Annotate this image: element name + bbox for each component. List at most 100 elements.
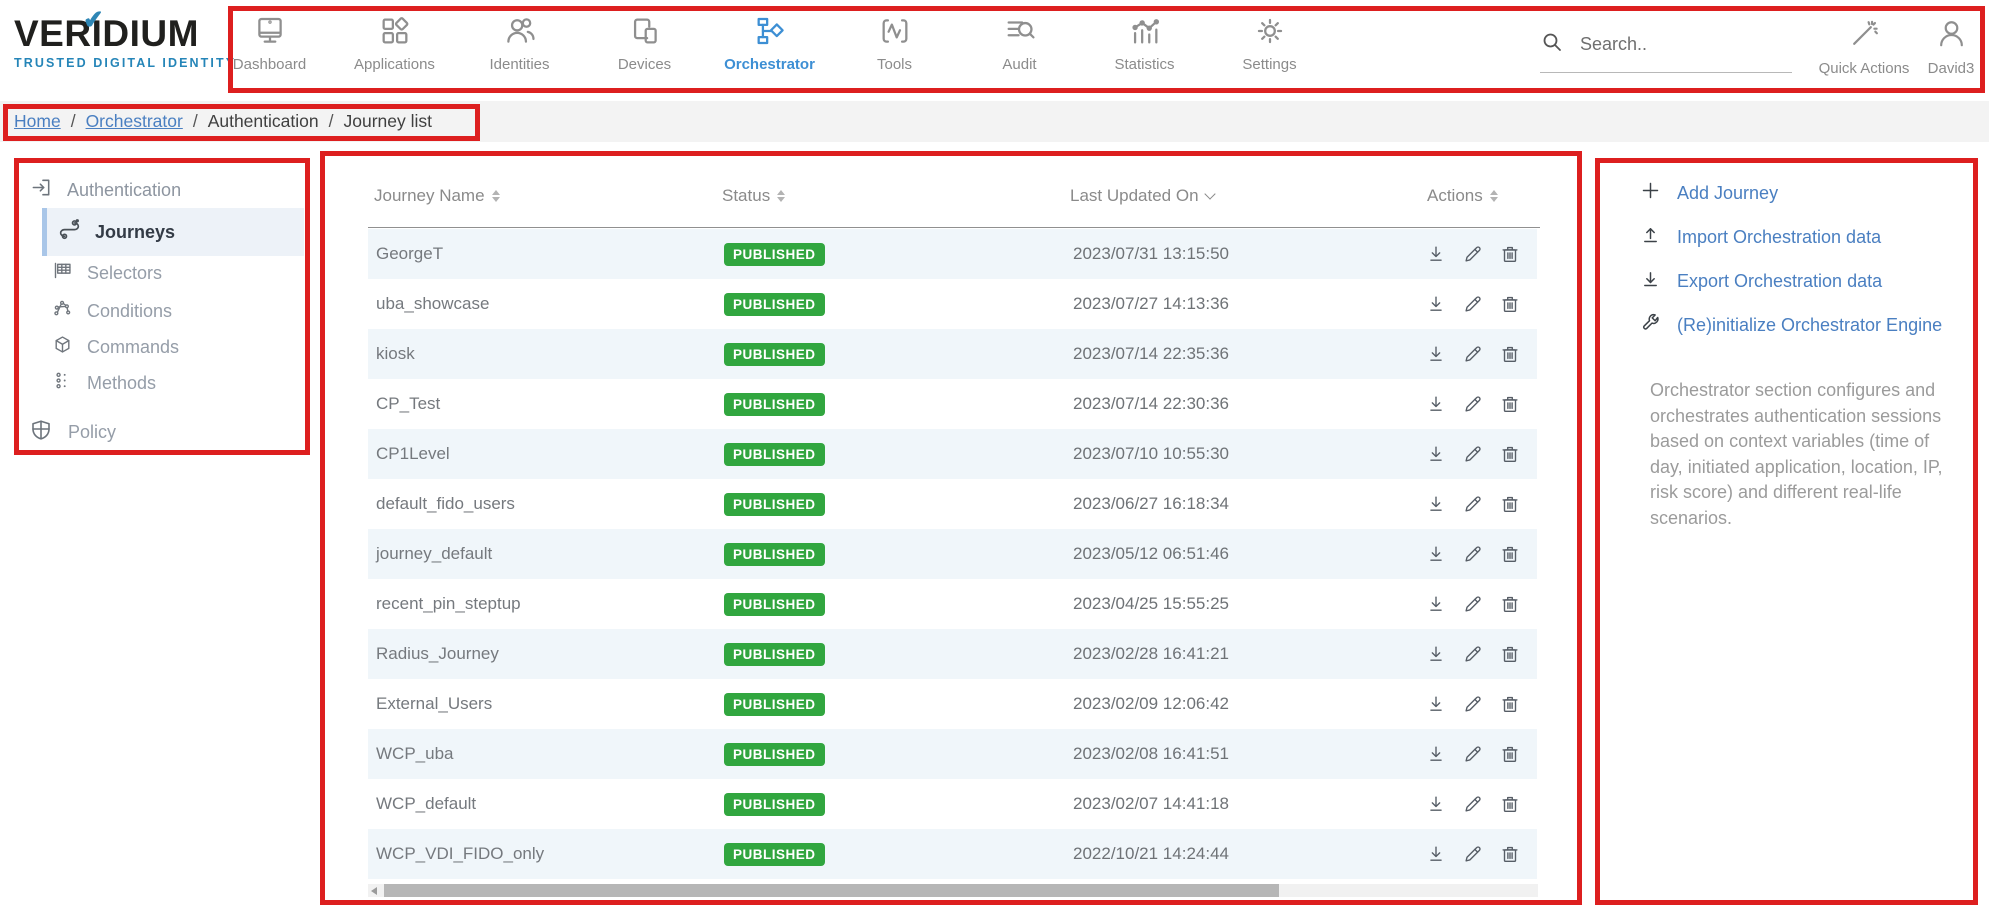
- delete-journey-button[interactable]: [1498, 642, 1522, 666]
- status-cell: PUBLISHED: [724, 729, 825, 779]
- nav-label: Audit: [1002, 56, 1036, 73]
- last-updated-cell: 2023/07/10 10:55:30: [1073, 429, 1229, 479]
- column-header-journey-name[interactable]: Journey Name: [374, 186, 500, 206]
- row-actions: [1424, 429, 1522, 479]
- nav-item-statistics[interactable]: Statistics: [1082, 8, 1207, 90]
- delete-journey-button[interactable]: [1498, 842, 1522, 866]
- delete-journey-button[interactable]: [1498, 792, 1522, 816]
- sidebar-item-label: Methods: [87, 373, 156, 394]
- search-input[interactable]: [1580, 34, 1770, 55]
- nav-item-orchestrator[interactable]: Orchestrator: [707, 8, 832, 90]
- journey-name: CP1Level: [376, 429, 450, 479]
- orchestrator-description: Orchestrator section configures and orch…: [1650, 378, 1964, 531]
- delete-journey-button[interactable]: [1498, 392, 1522, 416]
- download-journey-button[interactable]: [1424, 442, 1448, 466]
- journey-name: WCP_default: [376, 779, 476, 829]
- sidebar-item-policy[interactable]: Policy: [29, 417, 116, 447]
- nav-item-tools[interactable]: Tools: [832, 8, 957, 90]
- edit-journey-button[interactable]: [1461, 492, 1485, 516]
- sidebar-item-selectors[interactable]: Selectors: [52, 258, 162, 288]
- last-updated-cell: 2023/06/27 16:18:34: [1073, 479, 1229, 529]
- scrollbar-thumb[interactable]: [384, 884, 1279, 897]
- status-badge: PUBLISHED: [724, 443, 825, 466]
- edit-journey-button[interactable]: [1461, 292, 1485, 316]
- download-journey-button[interactable]: [1424, 242, 1448, 266]
- delete-journey-button[interactable]: [1498, 692, 1522, 716]
- user-menu[interactable]: David3: [1918, 10, 1984, 77]
- delete-journey-button[interactable]: [1498, 742, 1522, 766]
- nav-item-identities[interactable]: Identities: [457, 8, 582, 90]
- edit-journey-button[interactable]: [1461, 342, 1485, 366]
- status-badge: PUBLISHED: [724, 343, 825, 366]
- import-orchestration-data-button[interactable]: Import Orchestration data: [1640, 215, 1970, 259]
- download-journey-button[interactable]: [1424, 692, 1448, 716]
- download-journey-button[interactable]: [1424, 492, 1448, 516]
- breadcrumb-orchestrator[interactable]: Orchestrator: [86, 111, 183, 132]
- edit-journey-button[interactable]: [1461, 442, 1485, 466]
- sidebar-item-conditions[interactable]: Conditions: [52, 296, 172, 326]
- nav-item-dashboard[interactable]: Dashboard: [207, 8, 332, 90]
- download-journey-button[interactable]: [1424, 342, 1448, 366]
- nav-item-devices[interactable]: Devices: [582, 8, 707, 90]
- sidebar-section-authentication[interactable]: Authentication: [30, 176, 181, 204]
- delete-journey-button[interactable]: [1498, 492, 1522, 516]
- dashboard-icon: [253, 8, 287, 54]
- row-actions: [1424, 379, 1522, 429]
- export-orchestration-data-button[interactable]: Export Orchestration data: [1640, 259, 1970, 303]
- sort-both-icon: [777, 190, 785, 202]
- download-journey-button[interactable]: [1424, 542, 1448, 566]
- status-cell: PUBLISHED: [724, 629, 825, 679]
- download-journey-button[interactable]: [1424, 642, 1448, 666]
- column-header-actions[interactable]: Actions: [1427, 186, 1498, 206]
- download-journey-button[interactable]: [1424, 292, 1448, 316]
- reinitialize-orchestrator-engine-button[interactable]: (Re)initialize Orchestrator Engine: [1640, 303, 1970, 347]
- row-actions: [1424, 829, 1522, 879]
- column-header-last-updated[interactable]: Last Updated On: [1070, 186, 1214, 206]
- delete-journey-button[interactable]: [1498, 442, 1522, 466]
- sort-both-icon: [1490, 190, 1498, 202]
- edit-journey-button[interactable]: [1461, 792, 1485, 816]
- edit-journey-button[interactable]: [1461, 692, 1485, 716]
- commands-icon: [52, 334, 73, 360]
- edit-journey-button[interactable]: [1461, 592, 1485, 616]
- delete-journey-button[interactable]: [1498, 242, 1522, 266]
- nav-item-settings[interactable]: Settings: [1207, 8, 1332, 90]
- download-journey-button[interactable]: [1424, 842, 1448, 866]
- sidebar-item-label: Journeys: [95, 222, 175, 243]
- delete-journey-button[interactable]: [1498, 292, 1522, 316]
- scrollbar-left-arrow-icon[interactable]: [371, 887, 377, 895]
- delete-journey-button[interactable]: [1498, 342, 1522, 366]
- edit-journey-button[interactable]: [1461, 842, 1485, 866]
- nav-item-applications[interactable]: Applications: [332, 8, 457, 90]
- add-journey-button[interactable]: Add Journey: [1640, 171, 1970, 215]
- edit-journey-button[interactable]: [1461, 242, 1485, 266]
- row-actions: [1424, 679, 1522, 729]
- delete-journey-button[interactable]: [1498, 592, 1522, 616]
- orchestrator-actions-panel: Add Journey Import Orchestration data Ex…: [1640, 171, 1970, 347]
- column-label: Last Updated On: [1070, 186, 1199, 206]
- sidebar-item-journeys[interactable]: Journeys: [42, 208, 304, 256]
- edit-journey-button[interactable]: [1461, 542, 1485, 566]
- table-row: default_fido_users PUBLISHED 2023/06/27 …: [368, 479, 1537, 529]
- download-journey-button[interactable]: [1424, 592, 1448, 616]
- column-label: Journey Name: [374, 186, 485, 206]
- edit-journey-button[interactable]: [1461, 392, 1485, 416]
- nav-item-audit[interactable]: Audit: [957, 8, 1082, 90]
- sidebar-item-methods[interactable]: Methods: [52, 368, 156, 398]
- horizontal-scrollbar[interactable]: [368, 884, 1538, 897]
- journey-name: journey_default: [376, 529, 492, 579]
- journey-name: External_Users: [376, 679, 492, 729]
- magic-wand-icon: [1848, 10, 1881, 56]
- column-header-status[interactable]: Status: [722, 186, 785, 206]
- edit-journey-button[interactable]: [1461, 742, 1485, 766]
- download-journey-button[interactable]: [1424, 792, 1448, 816]
- sidebar-item-commands[interactable]: Commands: [52, 332, 179, 362]
- quick-actions-button[interactable]: Quick Actions: [1812, 10, 1916, 77]
- edit-journey-button[interactable]: [1461, 642, 1485, 666]
- download-journey-button[interactable]: [1424, 742, 1448, 766]
- breadcrumb-home[interactable]: Home: [14, 111, 61, 132]
- delete-journey-button[interactable]: [1498, 542, 1522, 566]
- download-journey-button[interactable]: [1424, 392, 1448, 416]
- status-cell: PUBLISHED: [724, 529, 825, 579]
- action-label: (Re)initialize Orchestrator Engine: [1677, 315, 1942, 336]
